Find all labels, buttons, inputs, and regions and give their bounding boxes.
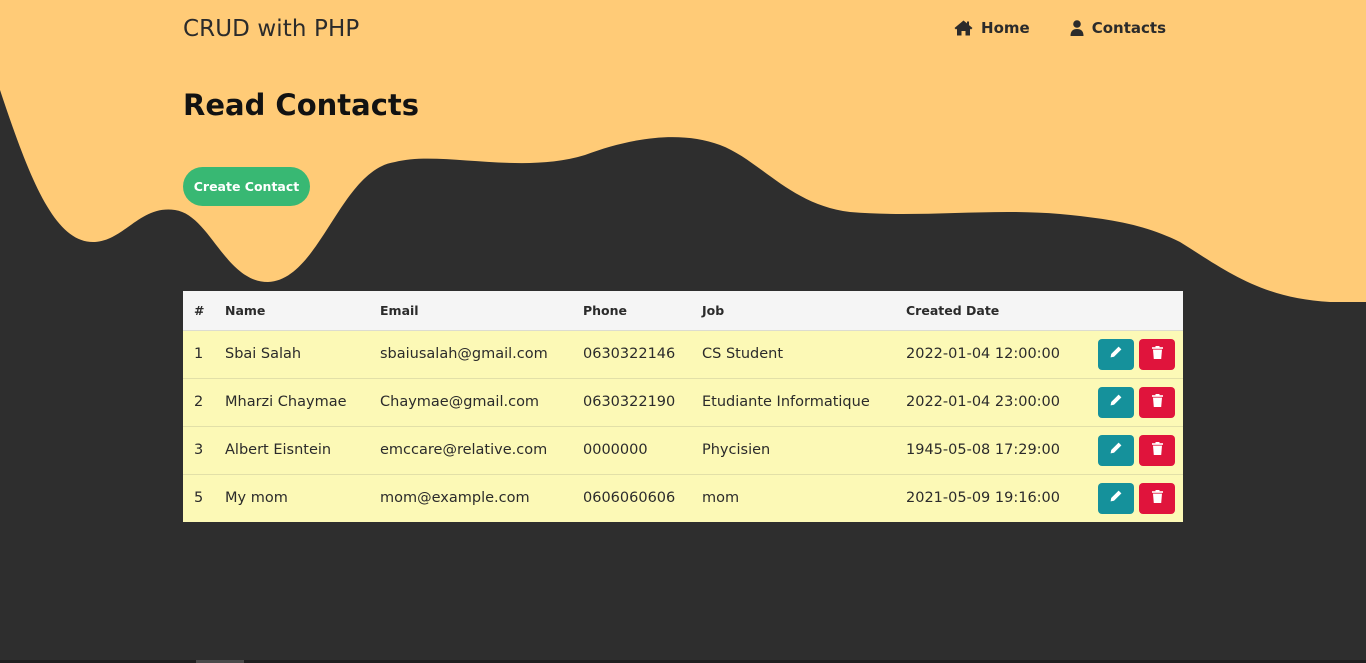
cell-id: 5 — [194, 490, 204, 507]
cell-job: Etudiante Informatique — [702, 394, 870, 410]
cell-name: Albert Eisntein — [225, 442, 332, 458]
table-row: 2 Mharzi Chaymae Chaymae@gmail.com 06303… — [183, 378, 1183, 426]
cell-phone: 0606060606 — [583, 490, 676, 507]
cell-email: sbaiusalah@gmail.com — [380, 346, 548, 362]
cell-actions — [1075, 474, 1183, 522]
create-contact-button[interactable]: Create Contact — [183, 167, 310, 206]
edit-button[interactable] — [1098, 482, 1134, 514]
edit-button[interactable] — [1098, 434, 1134, 466]
pencil-icon — [1110, 346, 1122, 362]
trash-icon — [1151, 345, 1163, 363]
cell-id: 2 — [194, 394, 204, 410]
delete-button[interactable] — [1139, 482, 1175, 514]
contacts-table: # Name Email Phone Job Created Date 1 Sb… — [183, 291, 1183, 522]
cell-phone: 0630322190 — [583, 394, 676, 410]
header-email: Email — [369, 291, 572, 331]
delete-button[interactable] — [1139, 434, 1175, 466]
nav-links: Home Contacts — [954, 19, 1166, 37]
nav-home-link[interactable]: Home — [954, 19, 1030, 37]
cell-actions — [1075, 330, 1183, 378]
header-phone: Phone — [572, 291, 691, 331]
cell-job: Phycisien — [702, 442, 771, 458]
edit-button[interactable] — [1098, 338, 1134, 370]
trash-icon — [1151, 489, 1163, 507]
table-row: 3 Albert Eisntein emccare@relative.com 0… — [183, 426, 1183, 474]
cell-phone: 0000000 — [583, 442, 648, 458]
header-created-date: Created Date — [895, 291, 1075, 331]
table-header-row: # Name Email Phone Job Created Date — [183, 291, 1183, 331]
cell-id: 1 — [194, 346, 204, 362]
home-icon — [954, 20, 973, 36]
table-row: 5 My mom mom@example.com 0606060606 mom … — [183, 474, 1183, 522]
pencil-icon — [1110, 394, 1122, 410]
cell-email: Chaymae@gmail.com — [380, 394, 540, 410]
cell-created: 1945-05-08 17:29:00 — [906, 442, 1060, 458]
cell-name: My mom — [225, 490, 288, 507]
page: CRUD with PHP Home Contacts Read Contact… — [0, 0, 1366, 663]
pencil-icon — [1110, 490, 1122, 506]
cell-name: Sbai Salah — [225, 346, 302, 362]
page-title: Read Contacts — [183, 88, 420, 122]
brand-title[interactable]: CRUD with PHP — [183, 16, 359, 42]
cell-created: 2021-05-09 19:16:00 — [906, 490, 1060, 507]
trash-icon — [1151, 393, 1163, 411]
nav-home-label: Home — [981, 19, 1030, 37]
delete-button[interactable] — [1139, 386, 1175, 418]
header-id: # — [183, 291, 214, 331]
cell-name: Mharzi Chaymae — [225, 394, 347, 410]
delete-button[interactable] — [1139, 338, 1175, 370]
cell-job: CS Student — [702, 346, 784, 362]
trash-icon — [1151, 441, 1163, 459]
nav-contacts-label: Contacts — [1091, 19, 1166, 37]
cell-email: emccare@relative.com — [380, 442, 548, 458]
edit-button[interactable] — [1098, 386, 1134, 418]
header-actions — [1075, 291, 1183, 331]
navbar: CRUD with PHP Home Contacts — [183, 0, 1166, 62]
user-icon — [1070, 20, 1084, 36]
cell-created: 2022-01-04 23:00:00 — [906, 394, 1060, 410]
header-job: Job — [691, 291, 895, 331]
cell-phone: 0630322146 — [583, 346, 676, 362]
table-row: 1 Sbai Salah sbaiusalah@gmail.com 063032… — [183, 330, 1183, 378]
cell-created: 2022-01-04 12:00:00 — [906, 346, 1060, 362]
pencil-icon — [1110, 442, 1122, 458]
cell-id: 3 — [194, 442, 204, 458]
nav-contacts-link[interactable]: Contacts — [1070, 19, 1166, 37]
cell-actions — [1075, 378, 1183, 426]
cell-job: mom — [702, 490, 740, 507]
header-name: Name — [214, 291, 369, 331]
contacts-table-container: # Name Email Phone Job Created Date 1 Sb… — [183, 291, 1183, 522]
cell-actions — [1075, 426, 1183, 474]
cell-email: mom@example.com — [380, 490, 530, 507]
